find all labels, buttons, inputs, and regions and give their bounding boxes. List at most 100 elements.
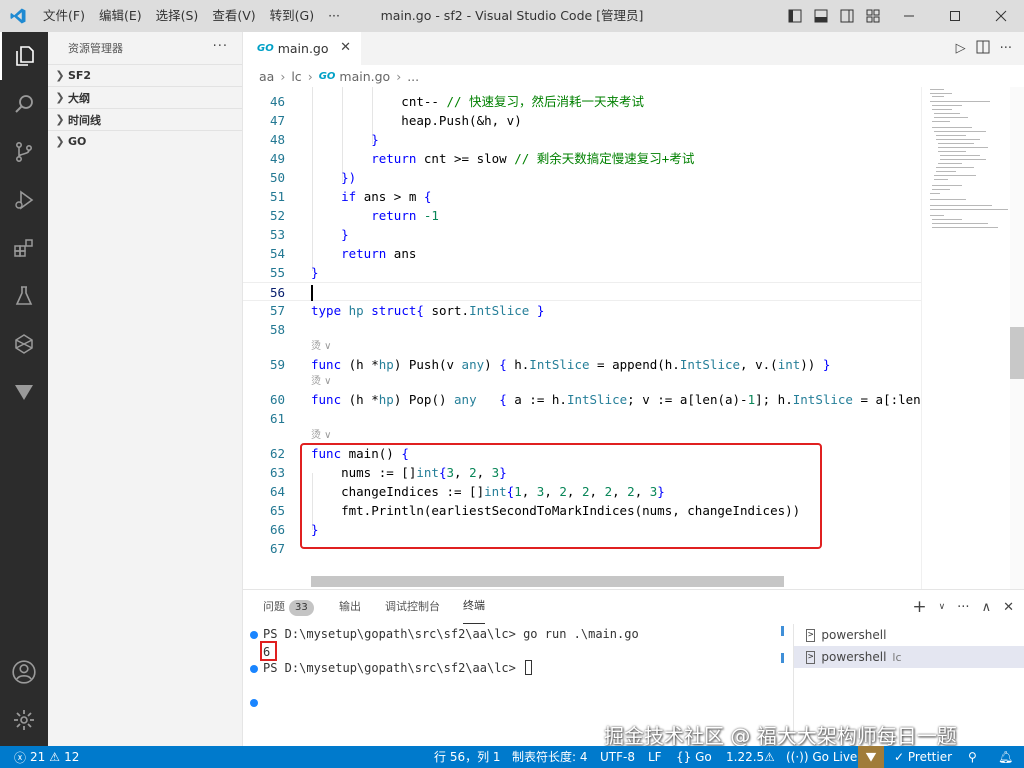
code-line: 60 func (h *hp) Pop() any { a := h.IntSli… (269, 392, 921, 407)
problems-status[interactable]: ⓧ 21 ⚠ 12 (14, 746, 79, 768)
go-live-button[interactable]: ((·)) Go Live (786, 746, 857, 768)
toggle-panel-icon[interactable] (808, 0, 834, 32)
breadcrumb-aa[interactable]: aa (259, 69, 274, 84)
minimap[interactable] (921, 87, 1010, 589)
vertical-scrollbar-thumb[interactable] (1010, 327, 1024, 379)
section-timeline[interactable]: ❯ 时间线 (48, 108, 242, 130)
code-line: 64 changeIndices := []int{1, 3, 2, 2, 2,… (269, 484, 665, 499)
code-line: 54 return ans (269, 246, 417, 261)
prettier-status[interactable]: ✓ Prettier (894, 746, 952, 768)
remote-explorer-icon[interactable] (0, 320, 48, 368)
breadcrumb-file[interactable]: main.go (339, 69, 390, 84)
menu-bar: 文件(F) 编辑(E) 选择(S) 查看(V) 转到(G) ··· (36, 0, 347, 32)
chevron-down-icon[interactable]: ∨ (939, 602, 946, 612)
explorer-header: 资源管理器 ··· (48, 32, 242, 64)
menu-more[interactable]: ··· (321, 0, 347, 32)
gitlens-icon[interactable] (0, 368, 48, 416)
editor-tabs: GO main.go ✕ ▷ ··· (243, 32, 1024, 65)
section-sf2[interactable]: ❯ SF2 (48, 64, 242, 86)
explorer-icon[interactable] (0, 32, 48, 80)
go-version-warning-icon[interactable]: ⚠ (764, 746, 775, 768)
window-controls (782, 0, 1024, 32)
panel-actions: + ∨ ··· ∧ ✕ (912, 590, 1014, 624)
close-icon[interactable] (978, 0, 1024, 32)
source-control-icon[interactable] (0, 128, 48, 176)
warning-icon: ⚠ (49, 750, 61, 764)
broadcast-icon: ((·)) (786, 750, 813, 764)
section-label: 大纲 (68, 91, 90, 105)
tab-output[interactable]: 输出 (339, 590, 361, 624)
tab-problems[interactable]: 问题 33 (263, 590, 314, 624)
tab-terminal[interactable]: 终端 (463, 590, 485, 624)
language-mode[interactable]: {} Go (676, 746, 712, 768)
tab-size[interactable]: 制表符长度: 4 (512, 746, 588, 768)
code-line: 51 if ans > m { (269, 189, 432, 204)
more-actions-icon[interactable]: ··· (1000, 41, 1012, 56)
accounts-status-icon[interactable]: ⚲ (968, 746, 977, 768)
menu-edit[interactable]: 编辑(E) (92, 0, 149, 32)
menu-view[interactable]: 查看(V) (205, 0, 262, 32)
tab-debug-console[interactable]: 调试控制台 (385, 590, 440, 624)
code-line: 55} (269, 265, 319, 280)
extensions-icon[interactable] (0, 224, 48, 272)
error-icon: ⓧ (14, 750, 27, 765)
panel-tabs: 问题 33 输出 调试控制台 终端 + ∨ ··· ∧ ✕ (243, 590, 1024, 624)
terminal-instance-selected[interactable]: > powershell lc (794, 646, 1024, 668)
toggle-sidebar-icon[interactable] (782, 0, 808, 32)
tab-main-go[interactable]: GO main.go ✕ (243, 32, 361, 65)
minimize-icon[interactable] (886, 0, 932, 32)
split-editor-icon[interactable] (976, 40, 990, 58)
codelens-hint[interactable]: 烫 ∨ (311, 428, 332, 444)
maximize-panel-icon[interactable]: ∧ (982, 600, 992, 615)
terminal-label: powershell (821, 650, 887, 664)
new-terminal-icon[interactable]: + (912, 597, 926, 617)
maximize-icon[interactable] (932, 0, 978, 32)
go-version[interactable]: 1.22.5 (726, 746, 764, 768)
code-line: 47 heap.Push(&h, v) (269, 113, 522, 128)
code-line: 63 nums := []int{3, 2, 3} (269, 465, 507, 480)
close-tab-icon[interactable]: ✕ (340, 40, 351, 55)
command-success-dot-icon (250, 631, 258, 639)
terminal-scroll-marker (781, 626, 784, 636)
run-play-icon[interactable]: ▷ (956, 41, 966, 56)
command-success-dot-icon (250, 665, 258, 673)
code-line: 58 (269, 322, 285, 337)
gitlens-status-icon[interactable] (858, 746, 884, 768)
codelens-hint[interactable]: 烫 ∨ (311, 374, 332, 390)
breadcrumb-symbol[interactable]: ... (407, 69, 419, 84)
run-debug-icon[interactable] (0, 176, 48, 224)
menu-file[interactable]: 文件(F) (36, 0, 92, 32)
section-outline[interactable]: ❯ 大纲 (48, 86, 242, 108)
account-icon[interactable] (0, 648, 48, 696)
chevron-right-icon: ❯ (55, 113, 65, 126)
chevron-right-icon: ❯ (55, 135, 65, 148)
menu-selection[interactable]: 选择(S) (149, 0, 206, 32)
editor-actions: ▷ ··· (956, 32, 1012, 65)
breadcrumb-lc[interactable]: lc (291, 69, 301, 84)
search-icon[interactable] (0, 80, 48, 128)
cursor-position[interactable]: 行 56，列 1 (434, 746, 501, 768)
settings-gear-icon[interactable] (0, 696, 48, 744)
terminal-instance[interactable]: > powershell (794, 624, 1024, 646)
tab-label: main.go (277, 41, 329, 56)
more-actions-icon[interactable]: ··· (957, 600, 969, 615)
vertical-scrollbar[interactable] (1010, 87, 1024, 589)
braces-icon: {} (676, 750, 696, 764)
code-line: 48 } (269, 132, 379, 147)
codelens-hint[interactable]: 烫 ∨ (311, 339, 332, 355)
explorer-more-actions-icon[interactable]: ··· (213, 32, 228, 62)
code-editor[interactable]: 46 cnt-- // 快速复习，然后消耗一天来考试 47 heap.Push(… (243, 87, 921, 589)
customize-layout-icon[interactable] (860, 0, 886, 32)
terminal-icon: > (806, 628, 816, 642)
notifications-bell-icon[interactable]: 🔔︎ (998, 746, 1013, 768)
section-go[interactable]: ❯ GO (48, 130, 242, 152)
horizontal-scrollbar[interactable] (311, 576, 784, 587)
section-label: SF2 (68, 69, 92, 82)
code-line: 46 cnt-- // 快速复习，然后消耗一天来考试 (269, 94, 645, 109)
menu-go[interactable]: 转到(G) (263, 0, 321, 32)
end-of-line[interactable]: LF (648, 746, 662, 768)
testing-flask-icon[interactable] (0, 272, 48, 320)
encoding[interactable]: UTF-8 (600, 746, 635, 768)
close-panel-icon[interactable]: ✕ (1003, 600, 1014, 615)
toggle-secondary-sidebar-icon[interactable] (834, 0, 860, 32)
